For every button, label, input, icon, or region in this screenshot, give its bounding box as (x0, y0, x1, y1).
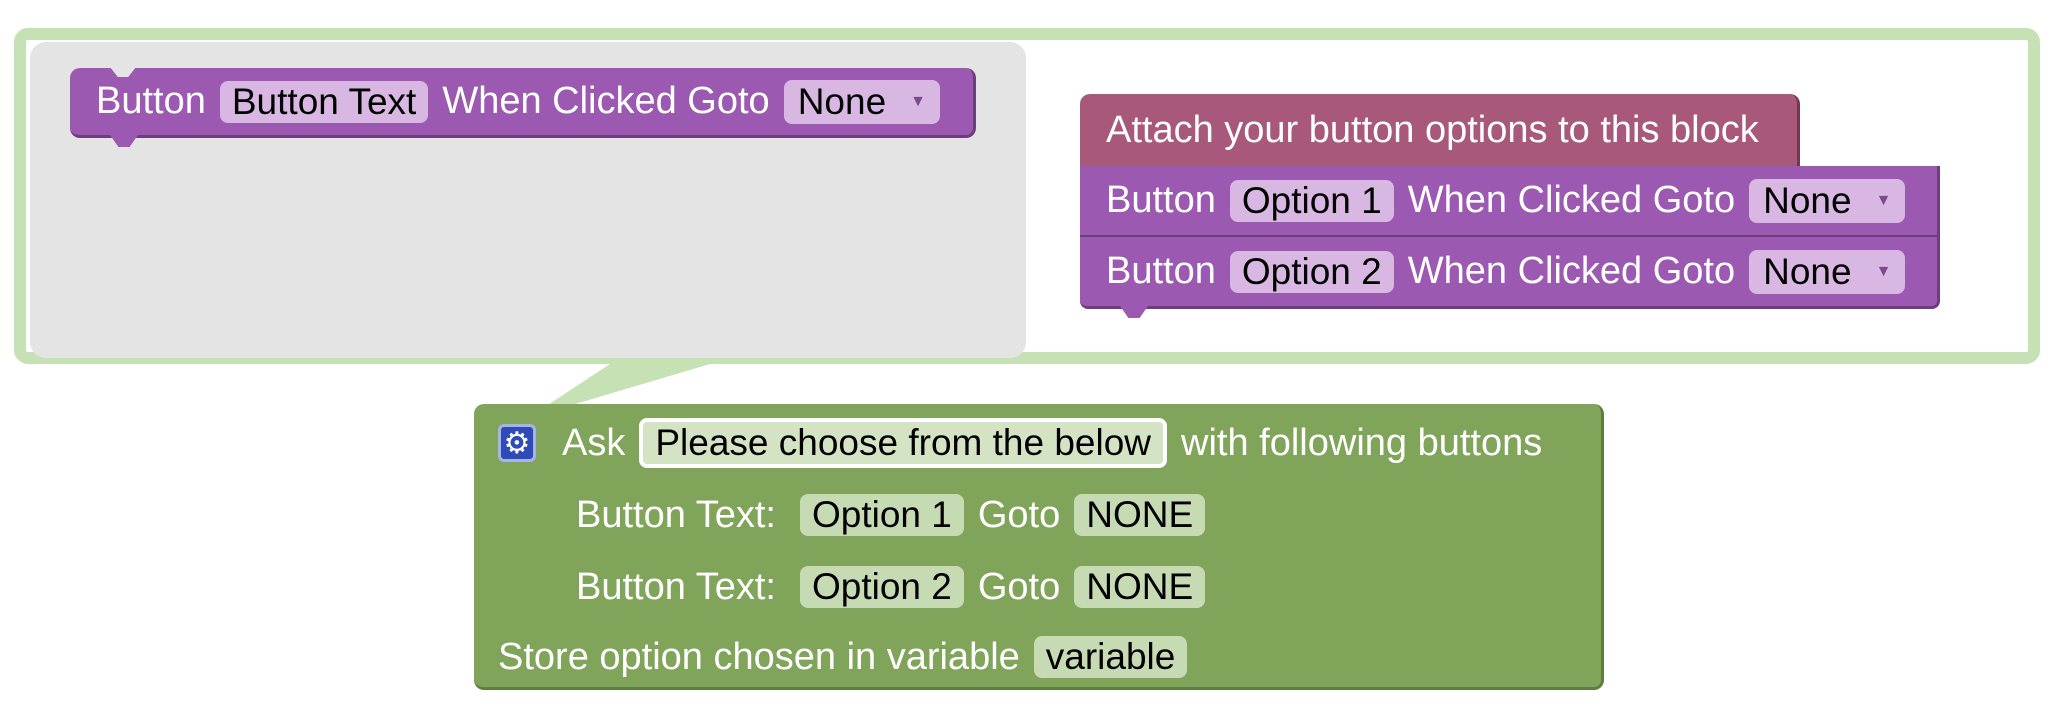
button-2-label: Button Text: (576, 565, 776, 608)
goto-dropdown[interactable]: None ▼ (783, 79, 940, 124)
gear-icon[interactable]: ⚙ (498, 424, 536, 462)
container-label: Attach your button options to this block (1106, 108, 1759, 151)
variable-field[interactable]: variable (1033, 636, 1188, 678)
option-2-goto-label: When Clicked Goto (1407, 250, 1736, 292)
goto-dropdown-value: None (797, 80, 887, 122)
dropdown-arrow-icon: ▼ (910, 92, 926, 110)
button-text-field[interactable]: Button Text (219, 80, 429, 123)
option-2-goto-value: None (1763, 250, 1852, 292)
option-1-label: Button (1106, 179, 1216, 221)
button-1-label: Button Text: (576, 493, 776, 536)
dropdown-arrow-icon: ▼ (1875, 262, 1892, 280)
option-1-goto-label: When Clicked Goto (1407, 179, 1736, 221)
option-1-goto-value: None (1763, 179, 1852, 221)
ask-block[interactable]: ⚙ Ask Please choose from the below with … (474, 404, 1604, 690)
goto-label: When Clicked Goto (442, 80, 770, 122)
button-1-goto-label: Goto (977, 493, 1061, 536)
option-block-2[interactable]: Button Option 2 When Clicked Goto None ▼ (1080, 237, 1940, 318)
option-1-goto-dropdown[interactable]: None ▼ (1749, 178, 1906, 223)
button-1-goto-field[interactable]: NONE (1074, 494, 1206, 536)
option-1-text-field[interactable]: Option 1 (1229, 179, 1394, 222)
options-container-block[interactable]: Attach your button options to this block (1080, 94, 1800, 170)
ask-label: Ask (562, 421, 626, 464)
button-1-text-field[interactable]: Option 1 (799, 494, 964, 536)
ask-suffix: with following buttons (1181, 421, 1543, 464)
option-2-label: Button (1106, 250, 1216, 292)
button-2-goto-label: Goto (977, 565, 1061, 608)
store-label: Store option chosen in variable (498, 635, 1020, 678)
option-block-1[interactable]: Button Option 1 When Clicked Goto None ▼ (1080, 166, 1940, 238)
question-field[interactable]: Please choose from the below (639, 418, 1168, 468)
option-2-goto-dropdown[interactable]: None ▼ (1749, 249, 1906, 294)
dropdown-arrow-icon: ▼ (1875, 191, 1892, 209)
flyout-button-block[interactable]: Button Button Text When Clicked Goto Non… (70, 67, 976, 147)
button-2-goto-field[interactable]: NONE (1074, 566, 1206, 608)
button-label: Button (96, 80, 206, 122)
option-2-text-field[interactable]: Option 2 (1229, 250, 1394, 293)
button-2-text-field[interactable]: Option 2 (799, 566, 964, 608)
